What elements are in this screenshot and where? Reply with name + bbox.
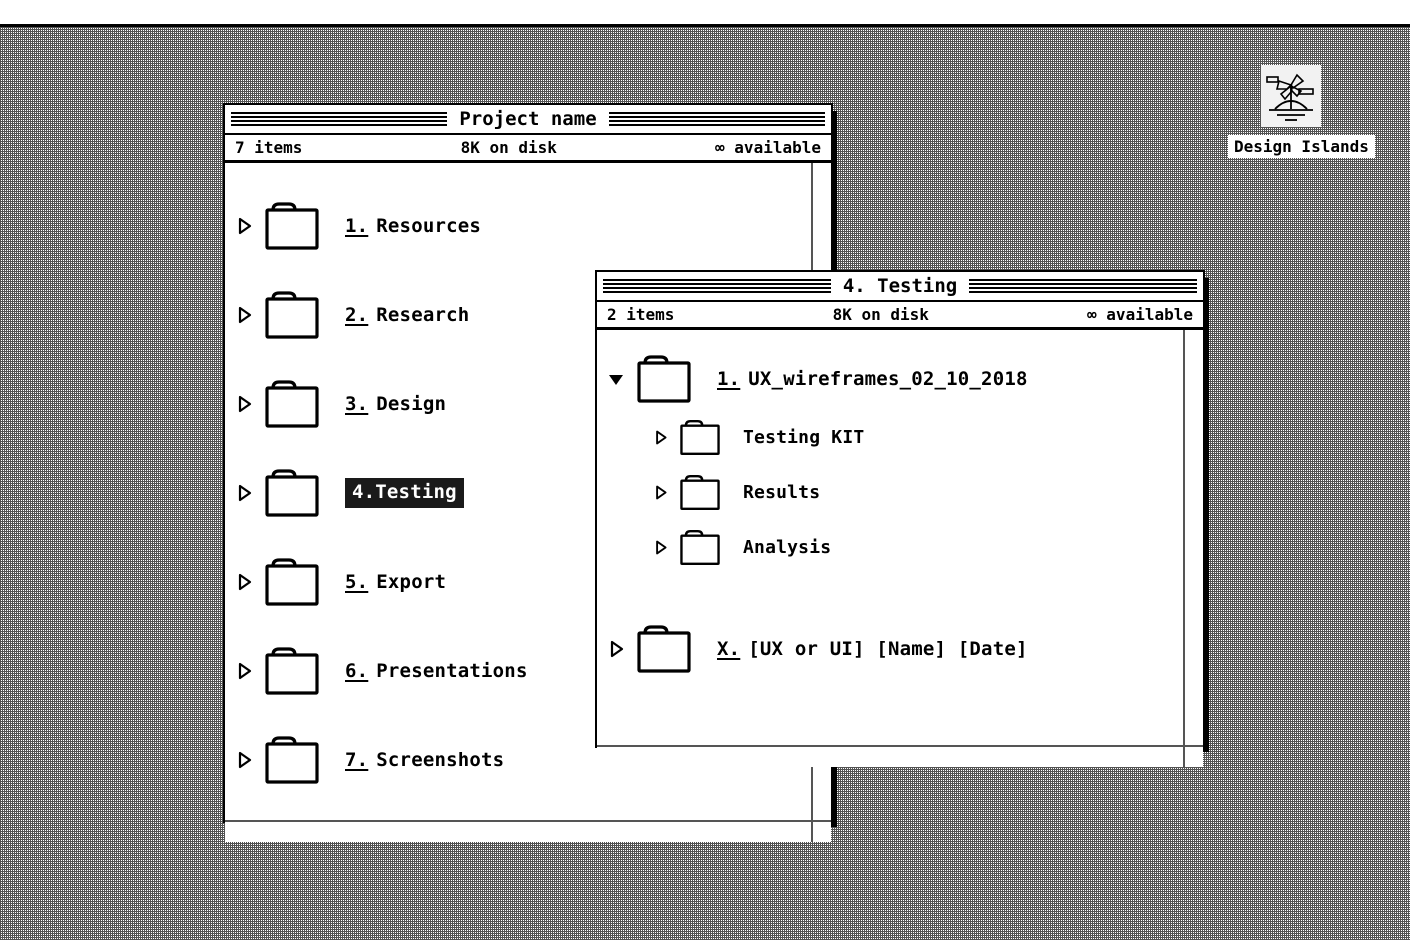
file-row-label[interactable]: 1. Resources bbox=[345, 215, 481, 237]
file-row-name: [UX or UI] [Name] [Date] bbox=[748, 637, 1028, 660]
file-row-name: Analysis bbox=[743, 537, 832, 558]
disclosure-triangle-collapsed-icon[interactable] bbox=[647, 484, 673, 501]
scrollbar-corner bbox=[811, 822, 831, 842]
folder-icon bbox=[261, 645, 323, 697]
file-row-label[interactable]: X. [UX or UI] [Name] [Date] bbox=[717, 638, 1028, 660]
disclosure-triangle-collapsed-icon[interactable] bbox=[231, 750, 257, 770]
file-row[interactable]: Testing KIT bbox=[597, 410, 1183, 465]
disclosure-triangle-collapsed-icon[interactable] bbox=[231, 661, 257, 681]
folder-icon bbox=[261, 467, 323, 519]
file-row-label[interactable]: Results bbox=[743, 482, 820, 503]
status-disk-available: ∞ available bbox=[1087, 305, 1193, 324]
titlebar-stripes-right bbox=[969, 276, 1198, 296]
file-row-label[interactable]: 3. Design bbox=[345, 393, 446, 415]
disclosure-triangle-collapsed-icon[interactable] bbox=[231, 216, 257, 236]
file-list[interactable]: 1. UX_wireframes_02_10_2018 Testing KIT R… bbox=[597, 330, 1183, 745]
horizontal-scrollbar[interactable] bbox=[225, 820, 831, 842]
status-item-count: 7 items bbox=[235, 138, 303, 157]
file-row-label[interactable]: 1. UX_wireframes_02_10_2018 bbox=[717, 368, 1028, 390]
window-statusbar: 7 items 8K on disk ∞ available bbox=[225, 135, 831, 163]
file-row-label[interactable]: 4. Testing bbox=[345, 477, 464, 508]
file-row-number: X. bbox=[717, 637, 741, 660]
window-4-testing[interactable]: 4. Testing 2 items 8K on disk ∞ availabl… bbox=[595, 270, 1209, 767]
file-row-name: UX_wireframes_02_10_2018 bbox=[748, 368, 1028, 390]
file-row[interactable]: X. [UX or UI] [Name] [Date] bbox=[597, 621, 1183, 676]
file-row-number: 7. bbox=[345, 748, 369, 771]
disclosure-triangle-collapsed-icon[interactable] bbox=[231, 483, 257, 503]
folder-icon bbox=[633, 623, 695, 675]
file-row-name: Export bbox=[376, 570, 447, 593]
brand-logo: Design Islands bbox=[1228, 65, 1375, 158]
window-title: 4. Testing bbox=[830, 276, 970, 296]
folder-icon bbox=[677, 473, 723, 512]
file-row-name: Research bbox=[376, 303, 470, 326]
disclosure-triangle-expanded-icon[interactable] bbox=[603, 369, 629, 389]
file-row-label[interactable]: Analysis bbox=[743, 537, 831, 558]
brand-logo-label: Design Islands bbox=[1228, 135, 1375, 158]
file-row-number: 1. bbox=[717, 368, 741, 390]
file-row-number: 3. bbox=[345, 392, 369, 415]
file-row[interactable]: Results bbox=[597, 465, 1183, 520]
folder-icon bbox=[677, 418, 723, 457]
titlebar-stripes-left bbox=[231, 109, 448, 129]
titlebar-stripes-right bbox=[608, 109, 825, 129]
window-content: 1. UX_wireframes_02_10_2018 Testing KIT R… bbox=[597, 330, 1203, 745]
folder-icon bbox=[261, 734, 323, 786]
file-row-name: Presentations bbox=[376, 659, 528, 682]
desktop: Project name 7 items 8K on disk ∞ availa… bbox=[0, 0, 1410, 940]
file-row-name: Testing KIT bbox=[743, 427, 865, 448]
disclosure-triangle-collapsed-icon[interactable] bbox=[231, 305, 257, 325]
window-title: Project name bbox=[447, 109, 609, 129]
disclosure-triangle-collapsed-icon[interactable] bbox=[647, 429, 673, 446]
palm-island-icon bbox=[1261, 65, 1321, 127]
vertical-scrollbar[interactable] bbox=[1183, 330, 1203, 745]
file-row-label[interactable]: Testing KIT bbox=[743, 427, 864, 448]
disclosure-triangle-collapsed-icon[interactable] bbox=[231, 572, 257, 592]
window-statusbar: 2 items 8K on disk ∞ available bbox=[597, 302, 1203, 330]
file-row-label[interactable]: 7. Screenshots bbox=[345, 749, 504, 771]
disclosure-triangle-collapsed-icon[interactable] bbox=[603, 639, 629, 659]
window-titlebar[interactable]: 4. Testing bbox=[597, 272, 1203, 302]
file-row[interactable]: Analysis bbox=[597, 520, 1183, 575]
file-row-name: Screenshots bbox=[376, 748, 505, 771]
file-row-label[interactable]: 6. Presentations bbox=[345, 660, 528, 682]
disclosure-triangle-collapsed-icon[interactable] bbox=[231, 394, 257, 414]
file-row-number: 4. bbox=[352, 480, 376, 503]
folder-icon bbox=[261, 200, 323, 252]
file-row[interactable]: 1. UX_wireframes_02_10_2018 bbox=[597, 348, 1183, 410]
file-row-number: 2. bbox=[345, 303, 369, 326]
file-row-name: Design bbox=[376, 392, 447, 415]
folder-icon bbox=[633, 353, 695, 405]
scrollbar-corner bbox=[1183, 747, 1203, 767]
file-row-number: 1. bbox=[345, 214, 369, 237]
disclosure-triangle-collapsed-icon[interactable] bbox=[647, 539, 673, 556]
file-row-number: 5. bbox=[345, 570, 369, 593]
menu-bar[interactable] bbox=[0, 0, 1410, 27]
status-disk-usage: 8K on disk bbox=[460, 138, 557, 157]
file-row-number: 6. bbox=[345, 659, 369, 682]
file-row-label[interactable]: 5. Export bbox=[345, 571, 446, 593]
titlebar-stripes-left bbox=[603, 276, 831, 296]
status-disk-usage: 8K on disk bbox=[832, 305, 929, 324]
file-row-name: Resources bbox=[376, 214, 482, 237]
status-disk-available: ∞ available bbox=[715, 138, 821, 157]
folder-icon bbox=[677, 528, 723, 567]
file-row-label[interactable]: 2. Research bbox=[345, 304, 469, 326]
folder-icon bbox=[261, 556, 323, 608]
folder-icon bbox=[261, 289, 323, 341]
file-row-name: Testing bbox=[375, 480, 457, 503]
status-item-count: 2 items bbox=[607, 305, 675, 324]
folder-icon bbox=[261, 378, 323, 430]
file-row[interactable]: 1. Resources bbox=[225, 181, 811, 270]
window-titlebar[interactable]: Project name bbox=[225, 105, 831, 135]
horizontal-scrollbar[interactable] bbox=[597, 745, 1203, 767]
file-row-name: Results bbox=[743, 482, 821, 503]
